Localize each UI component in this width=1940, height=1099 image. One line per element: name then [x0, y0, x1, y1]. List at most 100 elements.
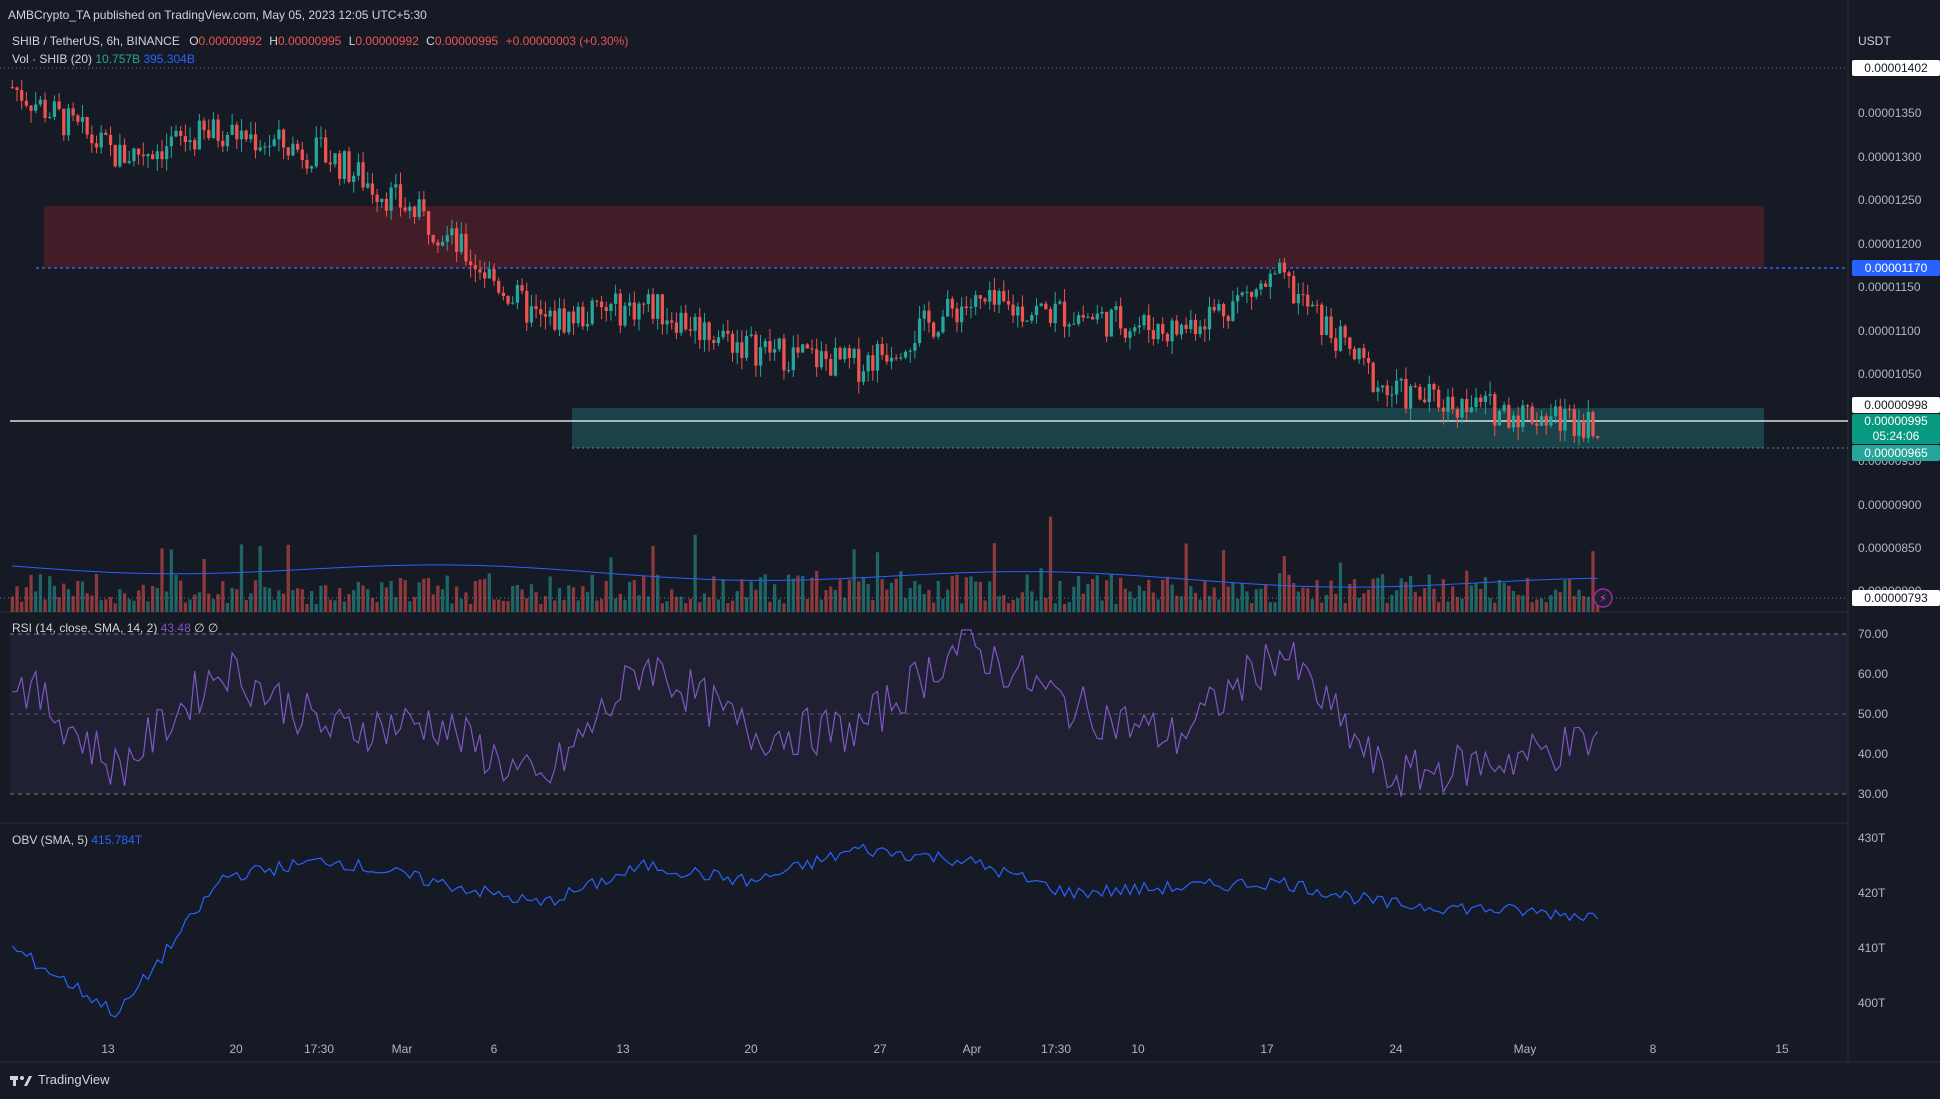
candle-body[interactable] — [174, 130, 178, 137]
candle-body[interactable] — [76, 115, 80, 122]
volume-label[interactable]: Vol · SHIB (20) — [12, 52, 92, 66]
candle-body[interactable] — [824, 351, 828, 360]
candle-body[interactable] — [1301, 294, 1305, 296]
candle-body[interactable] — [136, 148, 141, 155]
candle-body[interactable] — [543, 314, 548, 317]
candle-body[interactable] — [716, 337, 721, 344]
symbol-legend[interactable]: SHIB / TetherUS, 6h, BINANCE O0.00000992… — [12, 34, 628, 48]
candle-body[interactable] — [974, 295, 978, 307]
candle-body[interactable] — [94, 143, 99, 148]
candle-body[interactable] — [1422, 399, 1427, 403]
candle-body[interactable] — [796, 347, 800, 353]
candle-body[interactable] — [978, 295, 983, 299]
candle-body[interactable] — [861, 371, 866, 382]
candle-body[interactable] — [1446, 396, 1450, 412]
candle-body[interactable] — [1310, 304, 1315, 307]
candle-body[interactable] — [80, 117, 85, 122]
candle-body[interactable] — [1016, 306, 1020, 316]
candle-body[interactable] — [1408, 385, 1413, 409]
candle-body[interactable] — [380, 198, 384, 203]
candle-body[interactable] — [885, 354, 889, 362]
candle-body[interactable] — [1455, 409, 1460, 418]
candle-body[interactable] — [445, 235, 449, 242]
candle-body[interactable] — [758, 347, 763, 366]
candle-body[interactable] — [1179, 324, 1184, 335]
candle-body[interactable] — [740, 342, 744, 358]
candle-body[interactable] — [450, 228, 454, 236]
candle-body[interactable] — [10, 87, 14, 89]
candle-body[interactable] — [1315, 304, 1319, 306]
chart-canvas[interactable]: ⚡ — [0, 0, 1940, 1099]
candle-body[interactable] — [473, 265, 477, 270]
candle-body[interactable] — [483, 272, 487, 279]
candle-body[interactable] — [422, 199, 426, 212]
candle-body[interactable] — [1535, 423, 1539, 426]
candle-body[interactable] — [1558, 406, 1562, 431]
candle-body[interactable] — [1292, 276, 1296, 304]
candle-body[interactable] — [567, 311, 571, 333]
candle-body[interactable] — [801, 344, 805, 353]
candle-body[interactable] — [1053, 303, 1057, 324]
candle-body[interactable] — [48, 116, 52, 119]
candle-body[interactable] — [211, 119, 216, 138]
candle-body[interactable] — [1441, 407, 1445, 412]
candle-body[interactable] — [525, 290, 529, 323]
candle-body[interactable] — [651, 294, 655, 319]
candle-body[interactable] — [866, 355, 870, 372]
candle-body[interactable] — [454, 228, 459, 252]
candle-body[interactable] — [85, 117, 89, 135]
candle-body[interactable] — [328, 162, 332, 165]
candle-body[interactable] — [819, 351, 824, 368]
candle-body[interactable] — [1413, 385, 1417, 387]
candle-body[interactable] — [871, 355, 875, 371]
candle-body[interactable] — [272, 139, 276, 146]
candle-body[interactable] — [230, 124, 234, 135]
candle-body[interactable] — [721, 330, 725, 338]
candle-body[interactable] — [815, 349, 819, 368]
candle-body[interactable] — [1048, 309, 1053, 324]
candle-body[interactable] — [62, 108, 66, 136]
candle-body[interactable] — [38, 99, 43, 105]
candle-body[interactable] — [595, 300, 599, 302]
candle-body[interactable] — [52, 101, 57, 117]
rsi-legend[interactable]: RSI (14, close, SMA, 14, 2) 43.48 ∅ ∅ — [12, 621, 218, 635]
candle-body[interactable] — [880, 344, 884, 355]
candle-body[interactable] — [118, 144, 122, 167]
candle-body[interactable] — [1100, 311, 1104, 314]
candle-body[interactable] — [1394, 380, 1399, 395]
candle-body[interactable] — [679, 312, 683, 333]
candle-body[interactable] — [515, 285, 520, 303]
candle-body[interactable] — [599, 301, 604, 308]
candle-body[interactable] — [744, 335, 749, 358]
candle-body[interactable] — [1507, 404, 1511, 428]
candle-body[interactable] — [749, 334, 753, 336]
candle-body[interactable] — [291, 143, 295, 156]
candle-body[interactable] — [1287, 272, 1291, 277]
candle-body[interactable] — [417, 199, 421, 218]
candle-body[interactable] — [791, 347, 795, 371]
candle-body[interactable] — [838, 347, 842, 360]
candle-body[interactable] — [1231, 301, 1235, 322]
candle-body[interactable] — [730, 333, 735, 353]
candle-body[interactable] — [1324, 316, 1329, 335]
candle-body[interactable] — [988, 289, 992, 302]
candle-body[interactable] — [113, 144, 117, 167]
candle-body[interactable] — [464, 233, 468, 262]
candle-body[interactable] — [1147, 315, 1151, 331]
candle-body[interactable] — [43, 99, 47, 119]
candle-body[interactable] — [90, 134, 94, 144]
candle-body[interactable] — [104, 132, 108, 135]
candle-body[interactable] — [1380, 385, 1385, 388]
candle-body[interactable] — [1268, 273, 1272, 287]
candle-body[interactable] — [375, 194, 379, 203]
candle-body[interactable] — [1203, 326, 1207, 330]
candle-body[interactable] — [1596, 435, 1600, 438]
candle-body[interactable] — [763, 341, 767, 348]
candle-body[interactable] — [506, 296, 510, 304]
candle-body[interactable] — [511, 302, 515, 304]
candle-body[interactable] — [263, 146, 267, 148]
candle-body[interactable] — [1212, 306, 1216, 311]
candle-body[interactable] — [66, 108, 71, 136]
candle-body[interactable] — [384, 198, 389, 211]
candle-body[interactable] — [576, 306, 580, 324]
